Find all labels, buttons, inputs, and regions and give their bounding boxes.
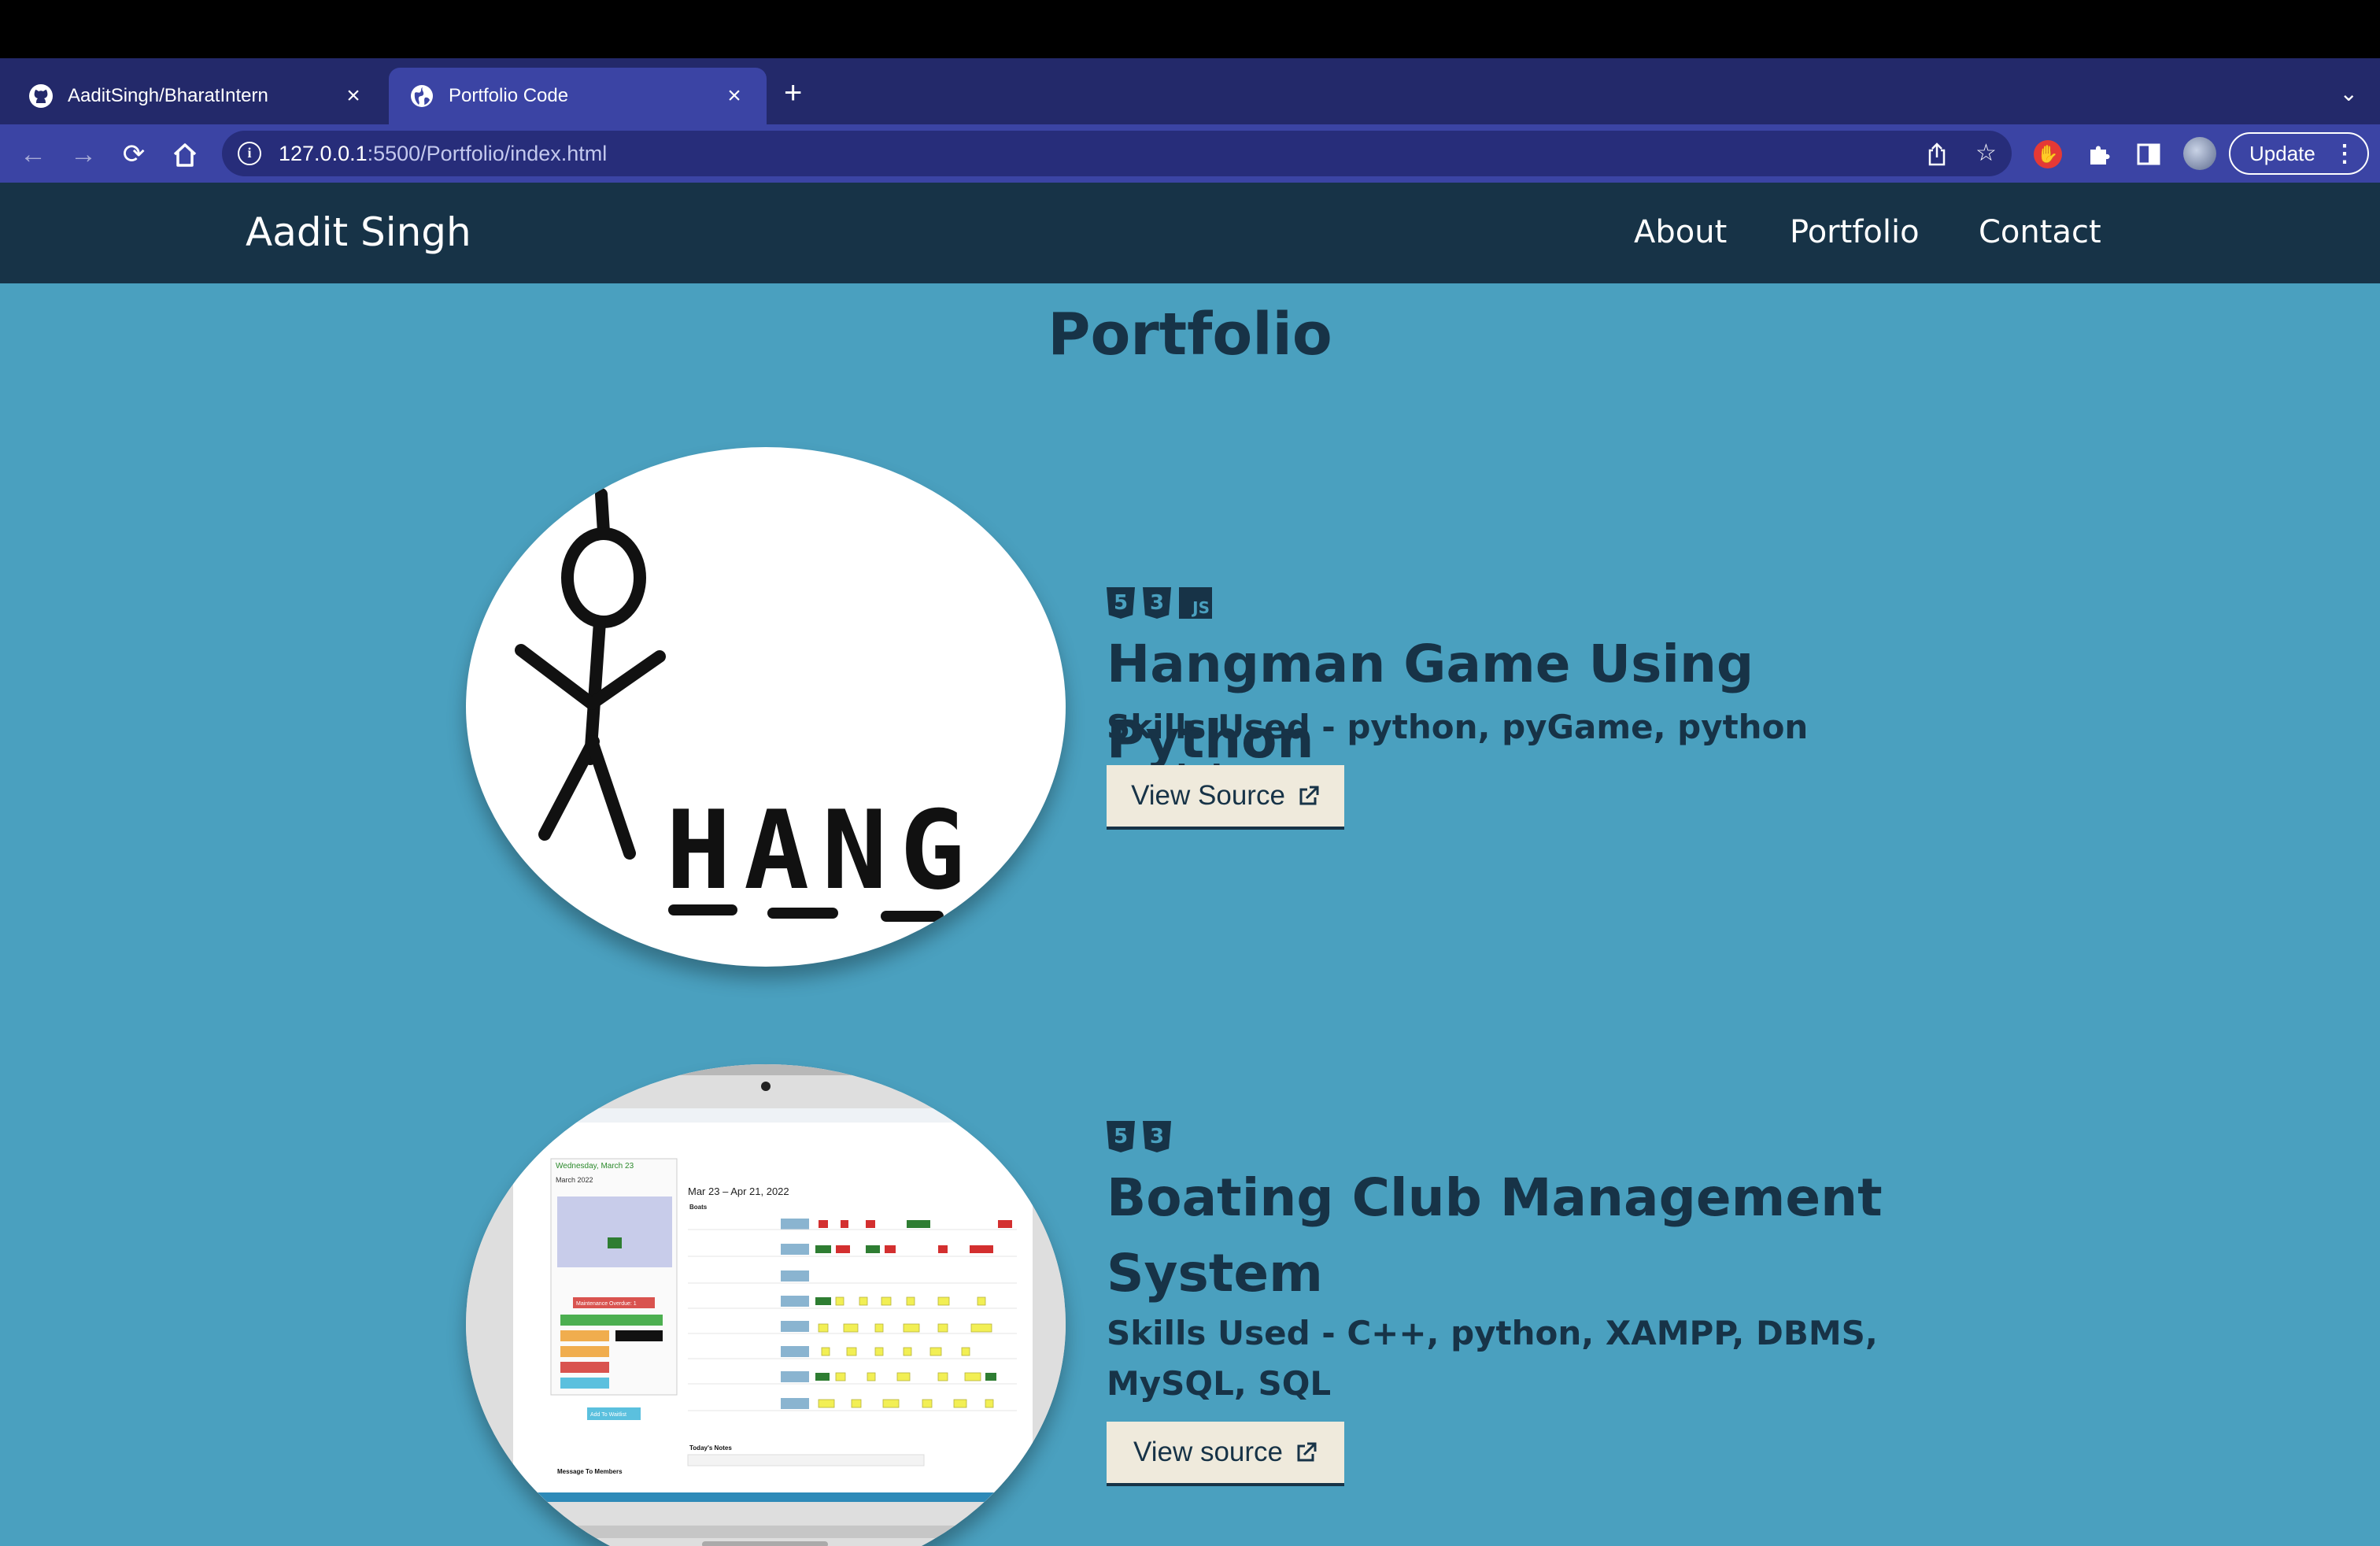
- home-icon[interactable]: [170, 140, 200, 170]
- boat-app-range: Mar 23 – Apr 21, 2022: [688, 1185, 789, 1197]
- back-icon[interactable]: ←: [17, 139, 49, 170]
- info-icon[interactable]: i: [238, 142, 261, 165]
- boat-app-month: March 2022: [556, 1176, 593, 1184]
- button-label: View source: [1133, 1437, 1283, 1467]
- more-vert-icon[interactable]: ⋮: [2333, 140, 2356, 168]
- css3-icon: 3: [1143, 1121, 1171, 1152]
- tab-portfolio[interactable]: Portfolio Code ×: [389, 68, 767, 124]
- js-icon: JS: [1179, 587, 1212, 619]
- nav-portfolio[interactable]: Portfolio: [1790, 214, 1920, 250]
- project-title: Boating Club Management System: [1107, 1167, 1883, 1304]
- boat-app-add-waitlist: Add To Waitlist: [590, 1412, 626, 1418]
- url-host: 127.0.0.1: [279, 141, 368, 165]
- profile-avatar[interactable]: [2183, 137, 2216, 170]
- site-brand[interactable]: Aadit Singh: [246, 209, 471, 255]
- boat-app-maintenance: Maintenance Overdue: 1: [576, 1301, 637, 1307]
- close-icon[interactable]: ×: [722, 84, 746, 108]
- forward-icon[interactable]: →: [68, 139, 99, 170]
- close-icon[interactable]: ×: [342, 84, 365, 108]
- nav-about[interactable]: About: [1634, 214, 1727, 250]
- boat-app-message: Message To Members: [557, 1468, 623, 1475]
- boat-app-date-heading: Wednesday, March 23: [556, 1162, 634, 1171]
- browser-tab-strip: AaditSingh/BharatIntern × Portfolio Code…: [0, 58, 2380, 124]
- tech-icons: 5 3 JS: [1107, 587, 1212, 619]
- css3-icon: 3: [1143, 587, 1171, 619]
- share-icon[interactable]: [1925, 142, 1949, 167]
- tab-title: AaditSingh/BharatIntern: [68, 85, 268, 106]
- url-path: :5500/Portfolio/index.html: [367, 141, 608, 165]
- reload-icon[interactable]: ⟳: [118, 139, 150, 170]
- os-top-bar: [0, 0, 2380, 58]
- project-skills: Skills Used - C++, python, XAMPP, DBMS, …: [1107, 1314, 1878, 1403]
- boating-club-project-image: Wednesday, March 23 March 2022 Maintenan…: [466, 1064, 1066, 1546]
- hangman-image-text: HANG: [666, 787, 978, 914]
- view-source-button[interactable]: View Source: [1107, 765, 1344, 830]
- tech-icons: 5 3: [1107, 1121, 1171, 1152]
- update-button[interactable]: Update ⋮: [2229, 132, 2369, 175]
- address-bar[interactable]: i 127.0.0.1:5500/Portfolio/index.html ☆: [222, 131, 2012, 176]
- globe-icon: [411, 85, 433, 107]
- browser-toolbar: ← → ⟳ i 127.0.0.1:5500/Portfolio/index.h…: [0, 124, 2380, 183]
- boat-app-boats-label: Boats: [689, 1204, 708, 1211]
- bookmark-star-icon[interactable]: ☆: [1975, 142, 1997, 165]
- external-link-icon: [1299, 786, 1319, 805]
- github-icon: [29, 84, 53, 108]
- nav-contact[interactable]: Contact: [1979, 214, 2101, 250]
- portfolio-section: Portfolio HANG 5 3 JS Hangman Game Using…: [0, 283, 2380, 1546]
- adblock-extension-icon[interactable]: ✋: [2034, 140, 2062, 168]
- view-source-button[interactable]: View source: [1107, 1422, 1344, 1486]
- external-link-icon: [1297, 1442, 1317, 1462]
- extensions-puzzle-icon[interactable]: [2086, 140, 2114, 168]
- html5-icon: 5: [1107, 1121, 1135, 1152]
- update-label: Update: [2249, 141, 2315, 165]
- button-label: View Source: [1131, 780, 1285, 811]
- tab-title: Portfolio Code: [449, 85, 569, 106]
- hangman-project-image: HANG: [466, 447, 1066, 967]
- side-panel-icon[interactable]: [2136, 142, 2161, 167]
- new-tab-button[interactable]: +: [784, 77, 802, 109]
- site-navbar: Aadit Singh About Portfolio Contact: [0, 183, 2380, 283]
- html5-icon: 5: [1107, 587, 1135, 619]
- chevron-down-icon[interactable]: ⌄: [2340, 80, 2358, 106]
- section-title: Portfolio: [1048, 301, 1332, 368]
- tab-github[interactable]: AaditSingh/BharatIntern ×: [8, 68, 386, 124]
- boat-app-notes: Today's Notes: [689, 1444, 732, 1452]
